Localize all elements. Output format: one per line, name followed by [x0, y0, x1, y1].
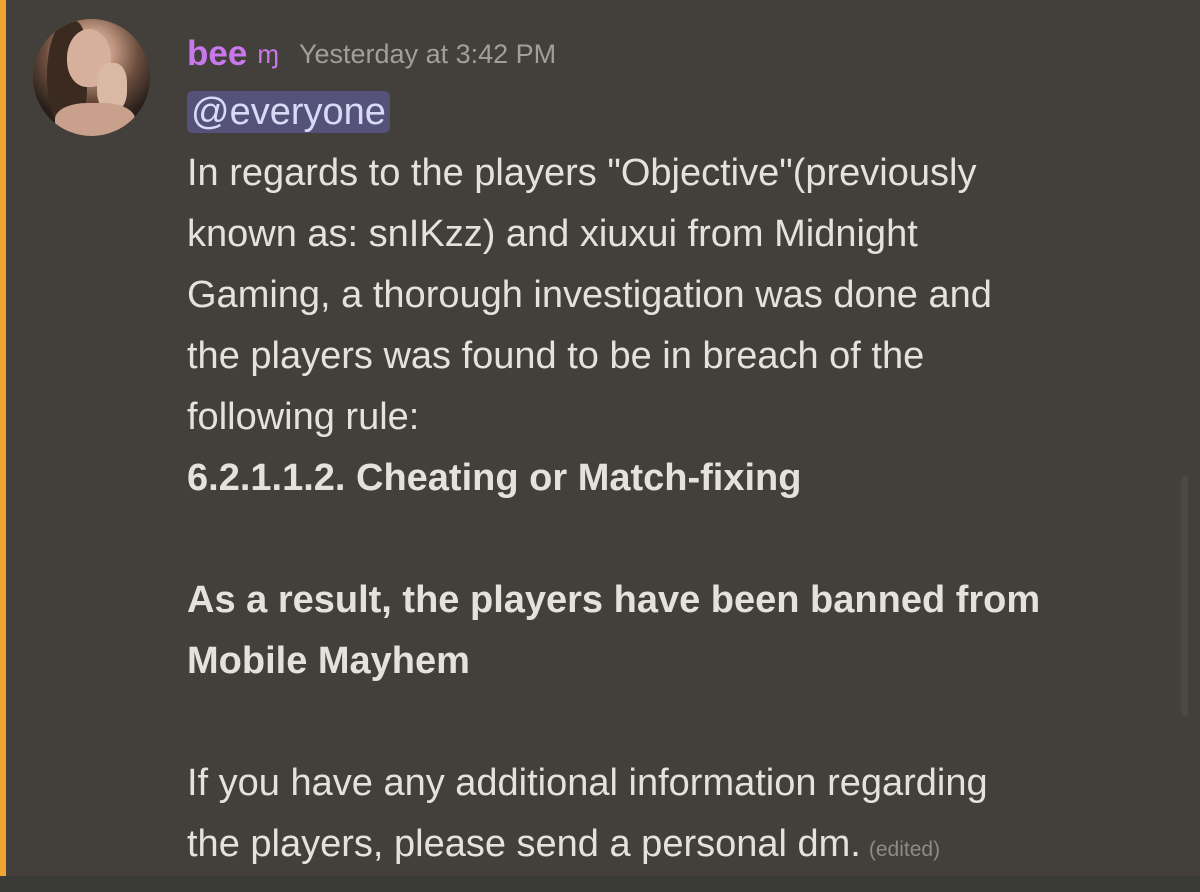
avatar[interactable] [33, 19, 150, 136]
result-line: As a result, the players have been banne… [187, 579, 1041, 621]
message-header: bee ɱ Yesterday at 3:42 PM [187, 28, 556, 80]
message-line: Gaming, a thorough investigation was don… [187, 274, 992, 316]
message-line: the players was found to be in breach of… [187, 335, 925, 377]
name-glyph-icon: ɱ [257, 38, 279, 69]
mention-line: @everyone [187, 82, 1167, 143]
message-line: If you have any additional information r… [187, 762, 988, 804]
message-line: following rule: [187, 396, 420, 438]
message-line: known as: snIKzz) and xiuxui from Midnig… [187, 213, 918, 255]
message-content: @everyone In regards to the players "Obj… [187, 82, 1167, 875]
message-line-last: the players, please send a personal dm. (… [187, 814, 1167, 875]
everyone-mention[interactable]: @everyone [187, 91, 390, 133]
message-timestamp[interactable]: Yesterday at 3:42 PM [299, 39, 556, 70]
closing-text: the players, please send a personal dm. [187, 823, 861, 865]
edited-label: (edited) [868, 838, 941, 861]
scrollbar-thumb[interactable] [1181, 476, 1188, 716]
avatar-body [55, 103, 135, 136]
username[interactable]: bee [187, 34, 247, 74]
rule-line: 6.2.1.1.2. Cheating or Match-fixing [187, 457, 802, 499]
message-item[interactable]: bee ɱ Yesterday at 3:42 PM @everyone In … [0, 0, 1200, 876]
message-line: In regards to the players "Objective"(pr… [187, 152, 977, 194]
result-line: Mobile Mayhem [187, 640, 470, 682]
mention-highlight-bar [0, 0, 6, 876]
